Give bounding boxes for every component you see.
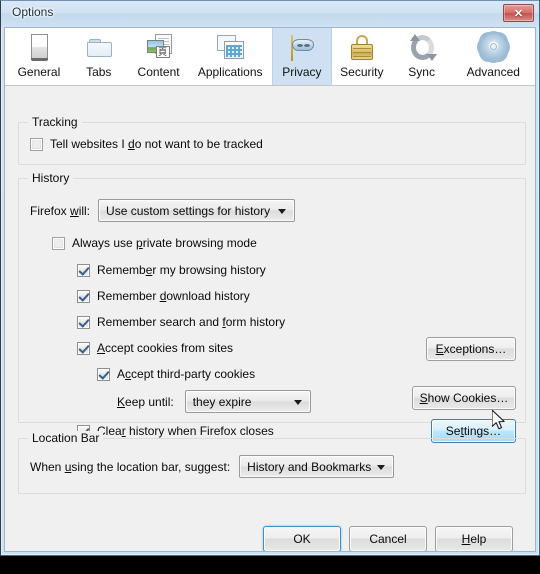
privacy-mask-icon [285, 32, 319, 64]
tab-advanced-label: Advanced [466, 65, 520, 79]
do-not-track-checkbox[interactable] [30, 137, 43, 151]
dialog-client-area: General Tabs 頁 Content Applications Priv… [4, 27, 536, 552]
tab-content-label: Content [137, 65, 180, 79]
remember-search-form-label: Remember search and form history [97, 315, 286, 329]
firefox-will-dropdown[interactable]: Use custom settings for history [98, 199, 296, 222]
tab-applications[interactable]: Applications [188, 28, 271, 85]
tab-security[interactable]: Security [332, 28, 392, 85]
tab-sync-label: Sync [408, 65, 435, 79]
location-suggest-value: History and Bookmarks [247, 459, 372, 474]
close-icon: ✕ [513, 7, 524, 20]
ok-button-label: OK [293, 532, 311, 546]
tab-privacy[interactable]: Privacy [271, 28, 332, 85]
accept-third-party-label: Accept third-party cookies [117, 367, 256, 381]
remember-search-form-row[interactable]: Remember search and form history [77, 315, 285, 329]
tracking-legend: Tracking [28, 115, 82, 129]
help-button[interactable]: Help [435, 526, 513, 551]
keep-until-value: they expire [192, 394, 252, 409]
cancel-button[interactable]: Cancel [349, 526, 427, 551]
content-image-page-icon: 頁 [142, 32, 176, 64]
chevron-down-icon [293, 399, 302, 405]
keep-until-label: Keep until: [117, 394, 174, 409]
mouse-pointer-icon [492, 410, 505, 430]
padlock-icon [345, 32, 379, 64]
tab-privacy-label: Privacy [282, 65, 322, 79]
location-suggest-dropdown[interactable]: History and Bookmarks [239, 455, 395, 478]
always-private-row[interactable]: Always use private browsing mode [52, 236, 257, 250]
location-suggest-row: When using the location bar, suggest: Hi… [30, 455, 395, 478]
chevron-down-icon [278, 208, 287, 214]
tab-applications-label: Applications [197, 65, 263, 79]
clear-on-close-row[interactable]: Clear history when Firefox closes [77, 424, 274, 438]
firefox-will-value: Use custom settings for history [106, 203, 271, 218]
title-bar: Options ✕ [1, 1, 539, 27]
screenshot-bottom-filler [0, 556, 540, 574]
folder-tabs-icon [82, 32, 116, 64]
tracking-group: Tracking Tell websites I do not want to … [18, 115, 526, 165]
tab-sync[interactable]: Sync [392, 28, 452, 85]
window-title: Options [12, 5, 54, 19]
keep-until-dropdown[interactable]: they expire [184, 390, 311, 413]
clear-on-close-label: Clear history when Firefox closes [97, 424, 274, 438]
cancel-button-label: Cancel [369, 532, 407, 546]
exceptions-button-label: Exceptions… [435, 342, 507, 356]
remember-browsing-checkbox[interactable] [77, 263, 90, 277]
tab-tabs-label: Tabs [86, 65, 112, 79]
accept-cookies-checkbox[interactable] [77, 341, 90, 355]
remember-downloads-row[interactable]: Remember download history [77, 289, 250, 303]
accept-third-party-row[interactable]: Accept third-party cookies [97, 367, 255, 381]
history-legend: History [28, 171, 74, 185]
privacy-panel: Tracking Tell websites I do not want to … [5, 86, 535, 551]
remember-downloads-label: Remember download history [97, 289, 250, 303]
always-private-label: Always use private browsing mode [72, 236, 257, 250]
remember-downloads-checkbox[interactable] [77, 289, 90, 303]
location-bar-legend: Location Bar [28, 431, 104, 445]
do-not-track-label: Tell websites I do not want to be tracke… [50, 137, 263, 151]
tab-general[interactable]: General [9, 28, 69, 85]
accept-cookies-label: Accept cookies from sites [97, 341, 234, 355]
always-private-checkbox[interactable] [52, 236, 65, 250]
options-tab-strip: General Tabs 頁 Content Applications Priv… [5, 28, 535, 86]
show-cookies-button-label: Show Cookies… [419, 391, 509, 405]
location-bar-group: Location Bar When using the location bar… [18, 431, 526, 494]
general-page-icon [22, 32, 56, 64]
tab-general-label: General [17, 65, 61, 79]
remember-search-form-checkbox[interactable] [77, 315, 90, 329]
history-group: History Firefox will: Use custom setting… [18, 171, 526, 443]
tab-security-label: Security [340, 65, 384, 79]
keep-until-row: Keep until: they expire [117, 390, 311, 413]
gear-icon [476, 32, 510, 64]
show-cookies-button[interactable]: Show Cookies… [412, 386, 516, 410]
sync-arrows-icon [405, 32, 439, 64]
options-dialog-window: Options ✕ General Tabs 頁 Content Applica… [0, 0, 540, 556]
location-suggest-label: When using the location bar, suggest: [30, 459, 231, 474]
remember-browsing-row[interactable]: Remember my browsing history [77, 263, 266, 277]
exceptions-button[interactable]: Exceptions… [426, 337, 516, 361]
tab-content[interactable]: 頁 Content [129, 28, 189, 85]
tab-advanced[interactable]: Advanced [452, 28, 535, 85]
accept-cookies-row[interactable]: Accept cookies from sites [77, 341, 233, 355]
remember-browsing-label: Remember my browsing history [97, 263, 266, 277]
help-button-label: Help [461, 532, 487, 546]
firefox-will-label: Firefox will: [30, 203, 91, 218]
tab-tabs[interactable]: Tabs [69, 28, 129, 85]
ok-button[interactable]: OK [263, 526, 341, 551]
accept-third-party-checkbox[interactable] [97, 367, 110, 381]
firefox-will-row: Firefox will: Use custom settings for hi… [30, 199, 296, 222]
chevron-down-icon [377, 464, 386, 470]
applications-grid-icon [213, 32, 247, 64]
do-not-track-row[interactable]: Tell websites I do not want to be tracke… [30, 137, 263, 151]
close-button[interactable]: ✕ [503, 4, 534, 22]
